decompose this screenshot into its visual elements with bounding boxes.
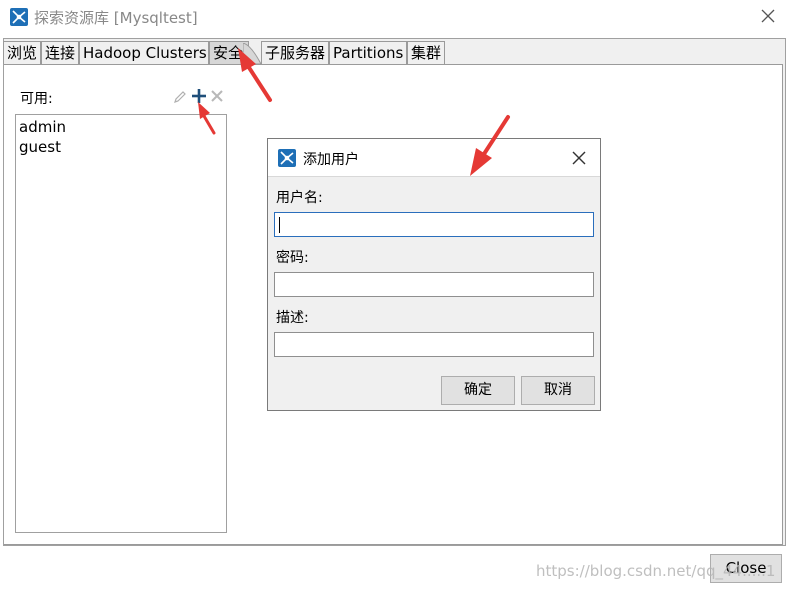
- password-label: 密码:: [276, 250, 309, 266]
- password-field[interactable]: [274, 272, 594, 297]
- dialog-title-bar: 添加用户: [268, 139, 600, 177]
- app-icon: [278, 149, 296, 167]
- tab-label: 子服务器: [265, 44, 326, 62]
- pencil-icon[interactable]: [172, 89, 188, 105]
- tab-label: Hadoop Clusters: [83, 44, 207, 62]
- username-label: 用户名:: [276, 190, 323, 206]
- description-field[interactable]: [274, 332, 594, 357]
- add-user-dialog: 添加用户 用户名: 密码: 描述: 确定 取消: [267, 138, 601, 411]
- close-icon[interactable]: [571, 150, 587, 166]
- tab-hadoop-clusters[interactable]: Hadoop Clusters: [79, 41, 209, 64]
- username-field[interactable]: [274, 212, 594, 237]
- tab-label: 连接: [45, 44, 76, 62]
- tab-partitions[interactable]: Partitions: [329, 41, 407, 64]
- cancel-button[interactable]: 取消: [521, 376, 595, 405]
- annotation-arrow-icon: [198, 102, 216, 135]
- watermark-text: https://blog.csdn.net/qq_44.....1: [536, 562, 776, 580]
- tab-label: 集群: [411, 44, 442, 62]
- ok-button[interactable]: 确定: [441, 376, 515, 405]
- app-icon: [10, 8, 28, 26]
- annotation-arrow-icon: [470, 115, 510, 176]
- list-item[interactable]: admin: [19, 117, 66, 137]
- tab-label: Partitions: [333, 44, 404, 62]
- tab-clusters[interactable]: 集群: [407, 41, 445, 64]
- tab-browse[interactable]: 浏览: [3, 41, 41, 64]
- window-title: 探索资源库 [Mysqltest]: [34, 9, 198, 27]
- available-label: 可用:: [20, 91, 53, 107]
- dialog-title: 添加用户: [303, 152, 359, 168]
- title-bar: 探索资源库 [Mysqltest]: [0, 0, 787, 34]
- description-label: 描述:: [276, 310, 309, 326]
- tab-connections[interactable]: 连接: [41, 41, 79, 64]
- list-item[interactable]: guest: [19, 137, 61, 157]
- text-caret: [279, 217, 280, 233]
- annotation-arrow-icon: [238, 48, 272, 102]
- tab-label: 浏览: [7, 44, 38, 62]
- close-icon[interactable]: [758, 6, 778, 26]
- user-list[interactable]: admin guest: [15, 114, 227, 533]
